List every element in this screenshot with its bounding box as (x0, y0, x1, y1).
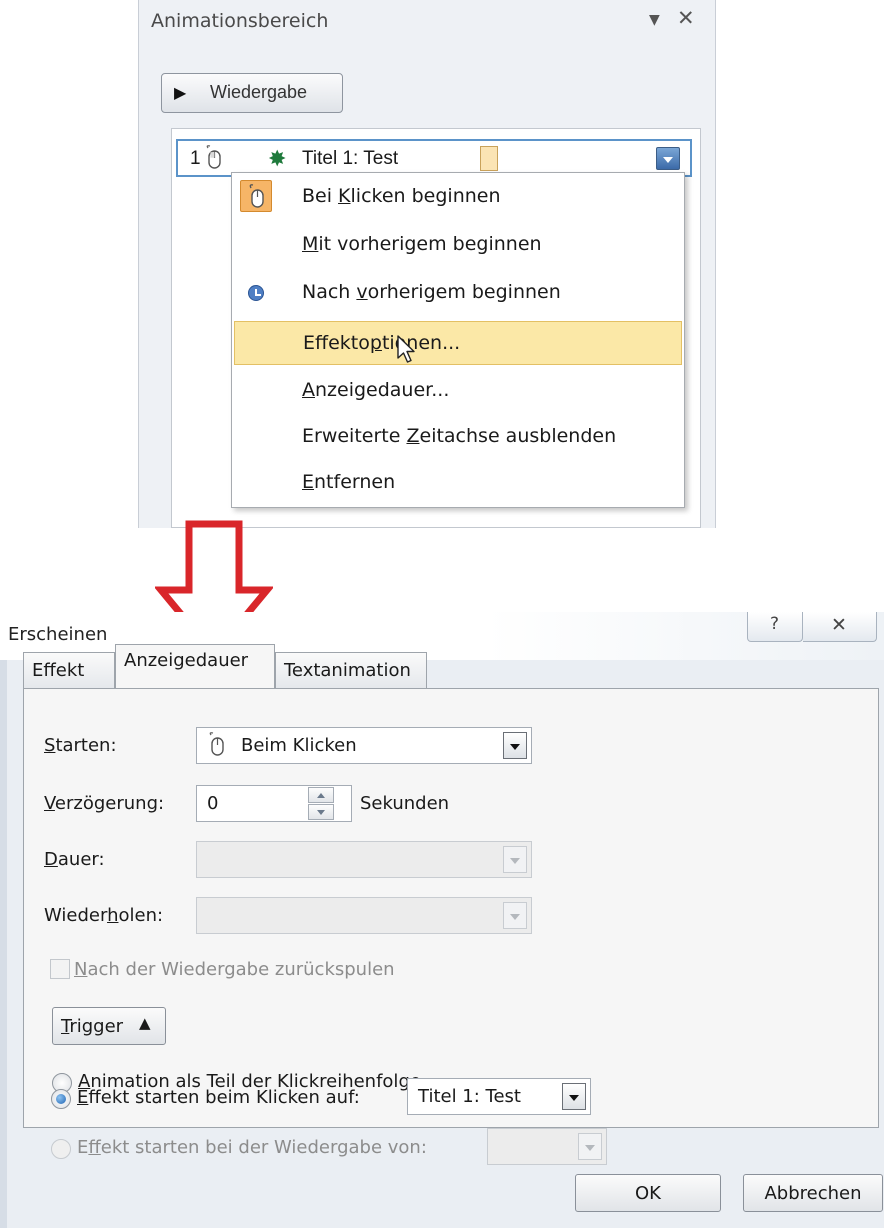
start-value: Beim Klicken (241, 735, 357, 756)
cancel-button[interactable]: Abbrechen (743, 1174, 883, 1212)
trigger-button[interactable]: Trigger ▲ (52, 1007, 166, 1045)
collapse-up-icon: ▲ (139, 1014, 151, 1032)
mouse-icon (204, 145, 224, 177)
menu-item-after-previous[interactable]: Nach vorherigem beginnen (234, 271, 682, 315)
trigger-shape-value: Titel 1: Test (418, 1086, 521, 1107)
play-button[interactable]: ▶ Wiedergabe (161, 73, 343, 113)
trigger-button-label: Trigger (61, 1016, 124, 1037)
dropdown-arrow-icon[interactable] (503, 732, 527, 759)
help-button[interactable]: ? (747, 612, 803, 642)
start-label: Starten: (44, 735, 117, 756)
star-icon: ✸ (268, 146, 287, 171)
menu-item-label: Mit vorherigem beginnen (302, 233, 542, 255)
menu-item-label: Nach vorherigem beginnen (302, 281, 561, 303)
menu-item-label: Effektoptionen... (303, 332, 461, 354)
menu-item-timing[interactable]: Anzeigedauer... (234, 369, 682, 413)
radio-start-on-click-of-label: Effekt starten beim Klicken auf: (77, 1087, 360, 1108)
dialog-body: Effekt Anzeigedauer Textanimation Starte… (0, 644, 884, 1228)
spin-down-icon[interactable] (308, 804, 334, 820)
menu-item-label: Anzeigedauer... (302, 379, 450, 401)
tab-textanimation[interactable]: Textanimation (275, 652, 427, 688)
clock-icon (248, 285, 264, 301)
start-dropdown[interactable]: Beim Klicken (196, 727, 532, 764)
pane-title: Animationsbereich (151, 10, 329, 32)
animation-item-dropdown-button[interactable] (656, 147, 680, 170)
help-icon: ? (770, 614, 780, 634)
close-icon: ✕ (831, 614, 847, 636)
duration-dropdown[interactable] (196, 841, 532, 878)
ok-button[interactable]: OK (575, 1174, 721, 1212)
rewind-checkbox[interactable] (50, 959, 70, 979)
timing-bar[interactable] (480, 146, 498, 171)
menu-item-effect-options[interactable]: Effektoptionen... (234, 321, 682, 365)
bookmark-dropdown[interactable] (487, 1128, 607, 1165)
delay-spinner[interactable] (306, 786, 336, 821)
radio-start-on-click-of[interactable] (51, 1089, 71, 1109)
close-icon[interactable]: ✕ (677, 6, 695, 30)
spin-up-icon[interactable] (308, 787, 334, 803)
animation-context-menu: Bei Klicken beginnen Mit vorherigem begi… (231, 172, 685, 508)
mouse-icon (240, 180, 272, 212)
animation-order: 1 (190, 148, 201, 169)
repeat-dropdown[interactable] (196, 897, 532, 934)
menu-item-label: Bei Klicken beginnen (302, 185, 501, 207)
play-button-label: Wiedergabe (210, 82, 308, 102)
tab-effekt[interactable]: Effekt (23, 652, 115, 688)
menu-item-label: Entfernen (302, 471, 396, 493)
menu-item-hide-advanced-timeline[interactable]: Erweiterte Zeitachse ausblenden (234, 415, 682, 459)
dropdown-arrow-icon[interactable] (578, 1133, 602, 1160)
repeat-label: Wiederholen: (44, 905, 164, 926)
dropdown-arrow-icon[interactable] (562, 1083, 586, 1110)
tab-anzeigedauer[interactable]: Anzeigedauer (115, 644, 275, 688)
close-button[interactable]: ✕ (803, 612, 877, 642)
tab-panel-timing: Starten: Beim Klicken Verzögerung: 0 Sek… (23, 688, 879, 1128)
radio-start-on-playback-of-label: Effekt starten bei der Wiedergabe von: (77, 1137, 427, 1158)
dropdown-arrow-icon[interactable] (503, 902, 527, 929)
menu-item-remove[interactable]: Entfernen (234, 461, 682, 505)
mouse-icon (207, 732, 227, 763)
rewind-checkbox-label: Nach der Wiedergabe zurückspulen (74, 959, 395, 980)
delay-label: Verzögerung: (44, 793, 165, 814)
trigger-shape-dropdown[interactable]: Titel 1: Test (407, 1078, 591, 1115)
radio-start-on-playback-of[interactable] (51, 1139, 71, 1159)
dropdown-arrow-icon[interactable] (503, 846, 527, 873)
menu-item-start-on-click[interactable]: Bei Klicken beginnen (234, 175, 682, 219)
play-icon: ▶ (174, 85, 187, 102)
delay-unit: Sekunden (360, 793, 450, 814)
animation-name: Titel 1: Test (302, 148, 399, 169)
mouse-cursor-icon (396, 334, 418, 368)
delay-value: 0 (207, 793, 219, 814)
menu-item-label: Erweiterte Zeitachse ausblenden (302, 425, 617, 447)
duration-label: Dauer: (44, 849, 105, 870)
dialog-title: Erscheinen (8, 624, 108, 645)
menu-item-with-previous[interactable]: Mit vorherigem beginnen (234, 223, 682, 267)
dropdown-arrow-icon[interactable]: ▼ (649, 12, 660, 28)
